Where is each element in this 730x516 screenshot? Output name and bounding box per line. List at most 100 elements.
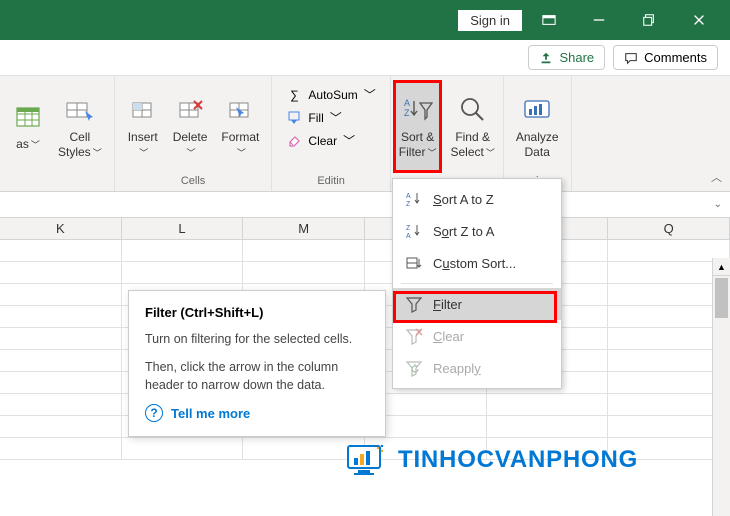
formula-bar[interactable]: ⌄ (0, 192, 730, 218)
share-row: Share Comments (0, 40, 730, 76)
col-header[interactable]: K (0, 218, 122, 240)
grid-row (0, 262, 730, 284)
svg-text:A: A (404, 98, 410, 108)
minimize-icon[interactable] (576, 0, 622, 40)
format-button[interactable]: Format﹀ (215, 80, 265, 173)
menu-filter[interactable]: Filter (393, 288, 561, 320)
cell[interactable] (0, 284, 122, 306)
menu-label: Sort A to Z (433, 192, 494, 207)
format-as-table-button[interactable]: as﹀ (6, 80, 50, 173)
restore-icon[interactable] (626, 0, 672, 40)
sign-in-button[interactable]: Sign in (458, 10, 522, 31)
svg-text:Z: Z (404, 108, 410, 118)
comments-button[interactable]: Comments (613, 45, 718, 70)
scroll-up-icon[interactable]: ▲ (713, 258, 730, 276)
menu-label: Sort Z to A (433, 224, 494, 239)
insert-cells-icon (127, 94, 159, 126)
grid-row (0, 240, 730, 262)
sort-az-icon: AZ (405, 190, 423, 208)
col-header[interactable]: Q (608, 218, 730, 240)
cell[interactable] (0, 350, 122, 372)
menu-label: Custom Sort... (433, 256, 516, 271)
menu-separator (401, 283, 553, 284)
watermark-logo-icon (340, 440, 388, 480)
share-label: Share (559, 50, 594, 65)
svg-text:A: A (406, 233, 411, 240)
ribbon: as﹀ Cell Styles﹀ Insert﹀ Delete﹀ Format﹀ (0, 76, 730, 192)
cell-styles-button[interactable]: Cell Styles﹀ (52, 80, 108, 173)
share-button[interactable]: Share (528, 45, 605, 70)
scroll-thumb[interactable] (715, 278, 728, 318)
sigma-icon: ∑ (286, 87, 302, 103)
eraser-icon (286, 133, 302, 149)
clear-button[interactable]: Clear ﹀ (282, 130, 379, 151)
menu-sort-az[interactable]: AZ Sort A to Z (393, 183, 561, 215)
help-icon: ? (145, 404, 163, 422)
svg-text:Z: Z (406, 225, 411, 232)
group-label (55, 173, 58, 189)
reapply-icon (405, 359, 423, 377)
cell[interactable] (0, 372, 122, 394)
fill-down-icon (286, 110, 302, 126)
tooltip-title: Filter (Ctrl+Shift+L) (145, 305, 369, 320)
cell[interactable] (0, 416, 122, 438)
menu-label: Filter (433, 297, 462, 312)
title-bar: Sign in (0, 0, 730, 40)
col-header[interactable]: L (122, 218, 244, 240)
table-icon (12, 101, 44, 133)
watermark: TINHOCVANPHONG (340, 440, 638, 480)
tooltip-link-label: Tell me more (171, 406, 250, 421)
comments-label: Comments (644, 50, 707, 65)
insert-button[interactable]: Insert﹀ (121, 80, 165, 173)
cells-group-label: Cells (181, 173, 205, 189)
find-select-button[interactable]: Find & Select﹀ (444, 80, 500, 173)
custom-sort-icon (405, 254, 423, 272)
cell[interactable] (0, 306, 122, 328)
cell[interactable] (0, 262, 122, 284)
cell[interactable] (0, 240, 122, 262)
close-icon[interactable] (676, 0, 722, 40)
svg-text:A: A (406, 193, 411, 200)
analyze-data-button[interactable]: Analyze Data (510, 80, 565, 173)
tooltip-text: Turn on filtering for the selected cells… (145, 330, 369, 348)
tooltip-text: Then, click the arrow in the column head… (145, 358, 369, 394)
vertical-scrollbar[interactable]: ▲ (712, 258, 730, 516)
formula-bar-expand-icon[interactable]: ⌄ (714, 199, 722, 210)
cell[interactable] (0, 394, 122, 416)
filter-icon (405, 295, 423, 313)
cell[interactable] (122, 262, 244, 284)
sort-filter-button[interactable]: AZ Sort & Filter﹀ (393, 80, 443, 173)
cell[interactable] (0, 328, 122, 350)
menu-clear: Clear (393, 320, 561, 352)
autosum-button[interactable]: ∑ AutoSum ﹀ (282, 84, 379, 105)
sort-filter-menu: AZ Sort A to Z ZA Sort Z to A Custom Sor… (392, 178, 562, 389)
analyze-icon (521, 94, 553, 126)
cell[interactable] (243, 262, 365, 284)
watermark-text: TINHOCVANPHONG (398, 446, 638, 474)
filter-tooltip: Filter (Ctrl+Shift+L) Turn on filtering … (128, 290, 386, 437)
menu-custom-sort[interactable]: Custom Sort... (393, 247, 561, 279)
cell-styles-icon (64, 94, 96, 126)
delete-button[interactable]: Delete﹀ (167, 80, 214, 173)
delete-cells-icon (174, 94, 206, 126)
sort-filter-icon: AZ (402, 94, 434, 126)
collapse-ribbon-icon[interactable]: ︿ (711, 169, 722, 185)
cell[interactable] (487, 394, 609, 416)
cell[interactable] (122, 240, 244, 262)
cell[interactable] (487, 416, 609, 438)
tell-me-more-link[interactable]: ? Tell me more (145, 404, 369, 422)
column-headers: K L M N Q (0, 218, 730, 240)
cell[interactable] (243, 240, 365, 262)
svg-text:Z: Z (406, 201, 411, 208)
find-icon (457, 94, 489, 126)
cell[interactable] (122, 438, 244, 460)
menu-label: Clear (433, 329, 464, 344)
clear-filter-icon (405, 327, 423, 345)
cell[interactable] (0, 438, 122, 460)
ribbon-display-icon[interactable] (526, 0, 572, 40)
fill-button[interactable]: Fill ﹀ (282, 107, 379, 128)
col-header[interactable]: M (243, 218, 365, 240)
menu-reapply: Reapply (393, 352, 561, 384)
menu-sort-za[interactable]: ZA Sort Z to A (393, 215, 561, 247)
format-cells-icon (224, 94, 256, 126)
